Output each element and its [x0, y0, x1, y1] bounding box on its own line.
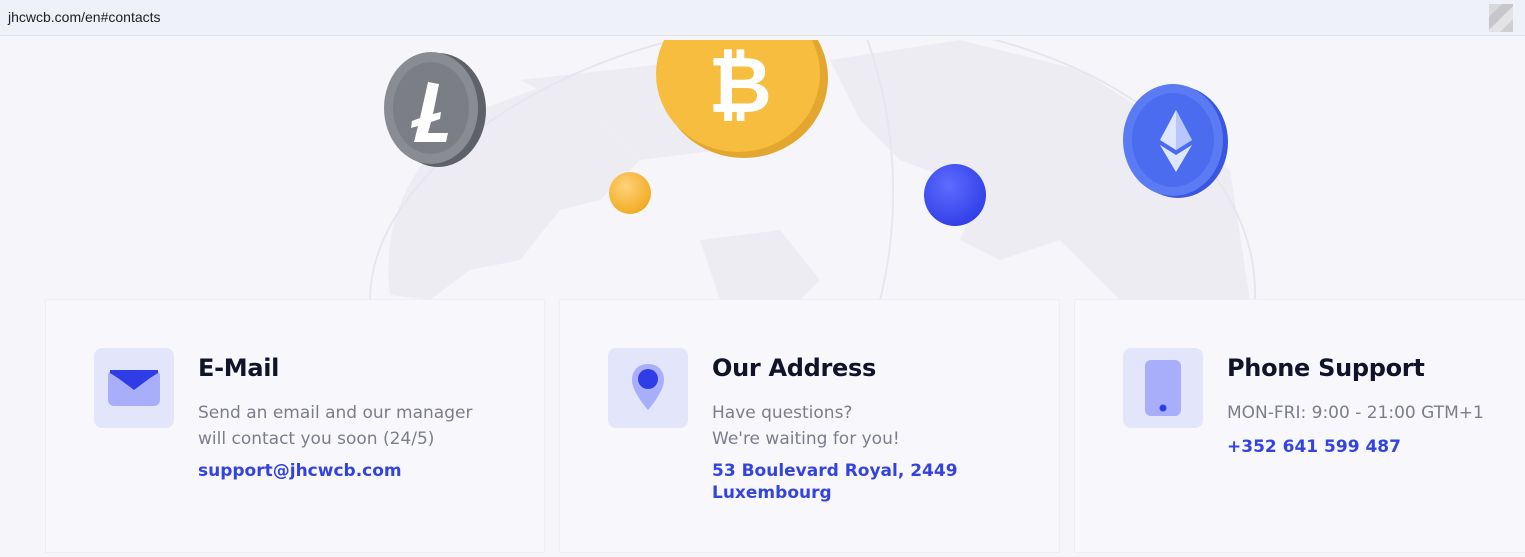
email-link[interactable]: support@jhcwcb.com — [198, 460, 518, 482]
card-description-line: MON-FRI: 9:00 - 21:00 GTM+1 — [1227, 403, 1484, 423]
card-description-line: Send an email and our manager — [198, 403, 473, 423]
ethereum-icon — [1123, 84, 1228, 198]
card-description-line: Have questions? — [712, 403, 853, 423]
contact-card-email: E-Mail Send an email and our manager wil… — [46, 300, 544, 552]
card-title: E-Mail — [198, 354, 280, 382]
bitcoin-icon: ₿ — [656, 40, 828, 158]
card-description: Have questions? We're waiting for you! — [712, 400, 1042, 452]
phone-link[interactable]: +352 641 599 487 — [1227, 436, 1525, 458]
address-line: Luxembourg — [712, 483, 832, 503]
card-description: MON-FRI: 9:00 - 21:00 GTM+1 — [1227, 400, 1525, 426]
browser-address-bar[interactable]: jhcwcb.com/en#contacts — [0, 0, 1525, 36]
card-description-line: We're waiting for you! — [712, 429, 900, 449]
address-link[interactable]: 53 Boulevard Royal, 2449 Luxembourg — [712, 460, 1032, 504]
contact-card-address: Our Address Have questions? We're waitin… — [560, 300, 1059, 552]
blue-sphere-decoration — [924, 164, 986, 226]
url-text[interactable]: jhcwcb.com/en#contacts — [8, 9, 161, 25]
smartphone-icon — [1123, 348, 1203, 428]
card-description: Send an email and our manager will conta… — [198, 400, 528, 452]
orange-sphere-decoration — [609, 172, 651, 214]
svg-text:₿: ₿ — [708, 41, 772, 131]
card-description-line: will contact you soon (24/5) — [198, 429, 435, 449]
hero-banner: ₿ — [0, 40, 1525, 300]
card-title: Our Address — [712, 354, 876, 382]
address-line: 53 Boulevard Royal, 2449 — [712, 461, 958, 481]
envelope-icon — [94, 348, 174, 428]
litecoin-icon — [384, 52, 486, 167]
map-pin-icon — [608, 348, 688, 428]
card-title: Phone Support — [1227, 354, 1425, 382]
extension-icon[interactable] — [1489, 4, 1513, 32]
contact-card-phone: Phone Support MON-FRI: 9:00 - 21:00 GTM+… — [1075, 300, 1525, 552]
